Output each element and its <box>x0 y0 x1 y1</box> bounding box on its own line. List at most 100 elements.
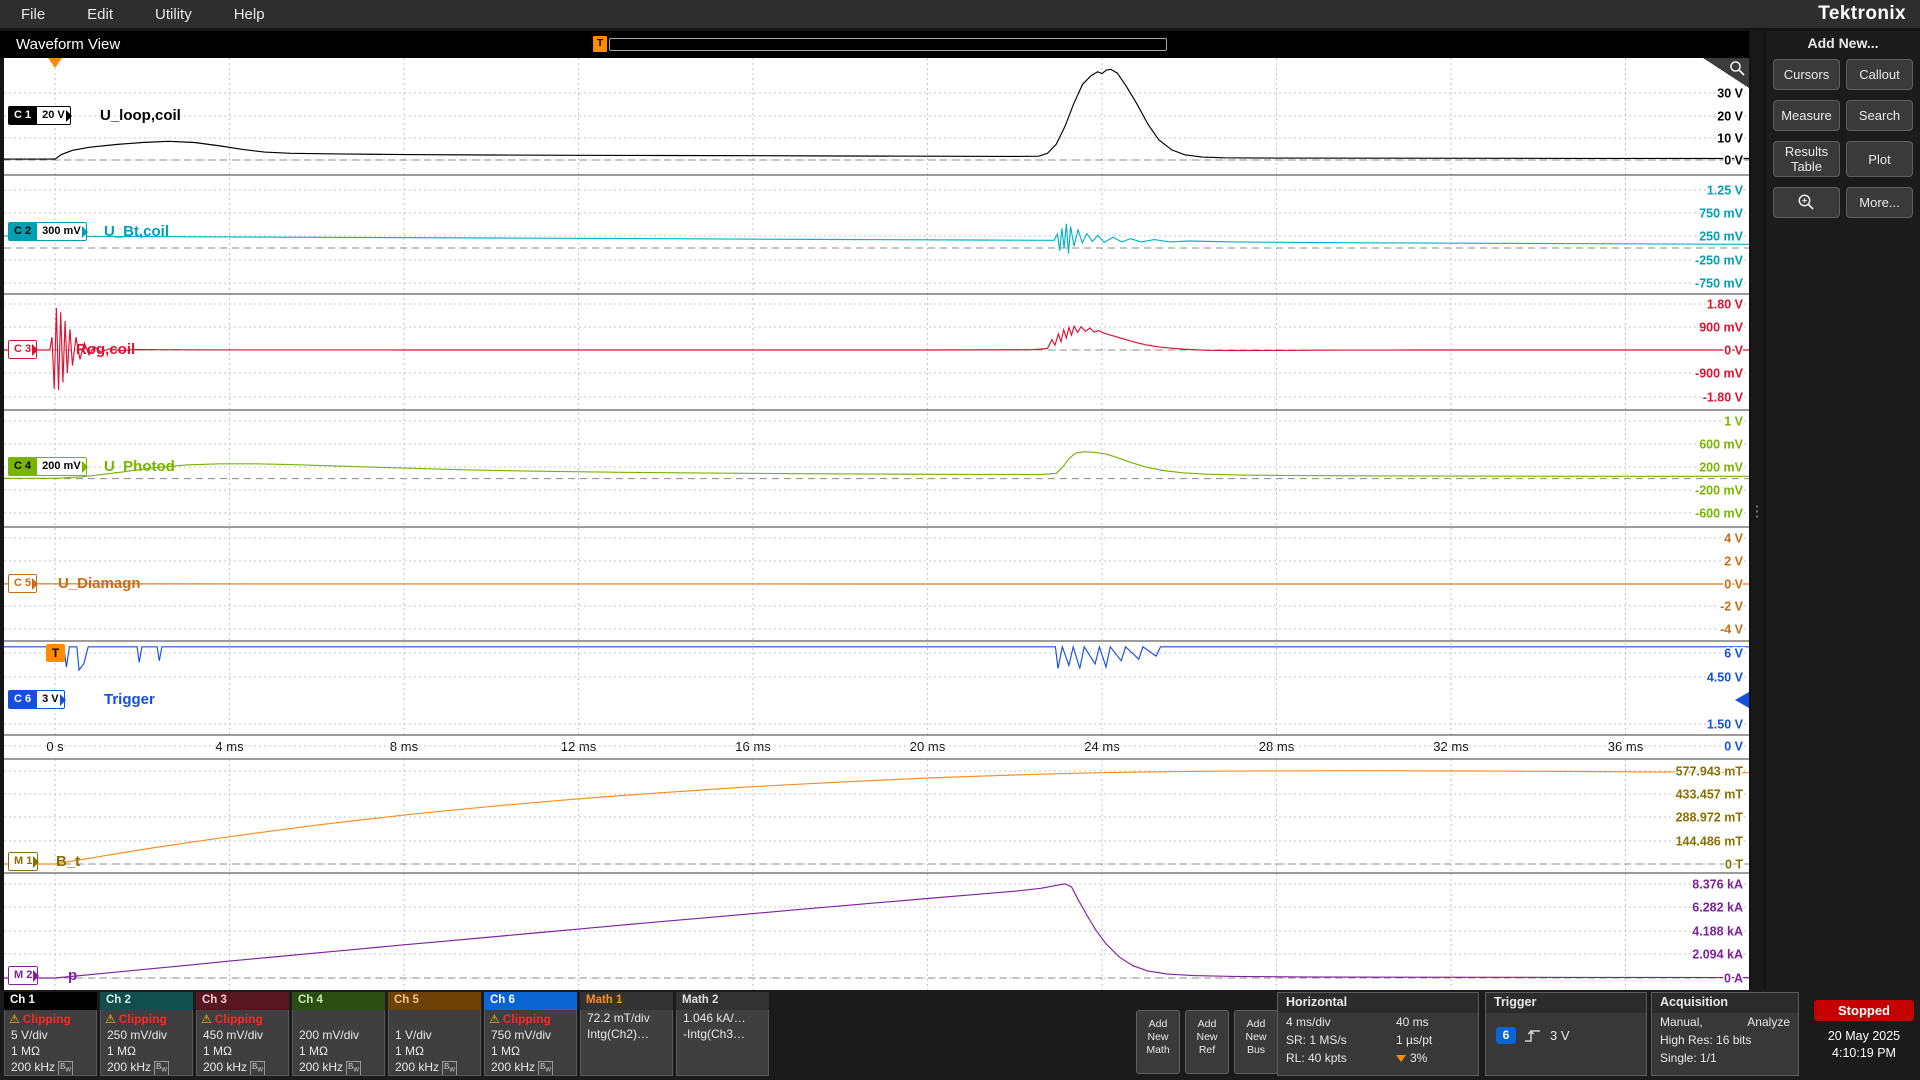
tab-ch-4[interactable]: Ch 4 <box>292 992 385 1010</box>
panel-splitter[interactable]: ⋮ <box>1751 31 1763 990</box>
channel-badge-M2[interactable]: M 2 <box>8 966 38 985</box>
channel-badge-C5[interactable]: C 5 <box>8 574 37 593</box>
acquisition-resolution: High Res: 16 bits <box>1652 1031 1798 1049</box>
tab-ch-6[interactable]: Ch 6 <box>484 992 577 1010</box>
tektronix-logo: Tektronix <box>1818 3 1906 25</box>
warning-icon: ⚠ <box>201 1013 212 1025</box>
cursors-button[interactable]: Cursors <box>1773 59 1840 90</box>
search-button[interactable]: Search <box>1846 100 1913 131</box>
channel-label-C1: U_loop,coil <box>100 106 181 125</box>
add-new-ref-button[interactable]: Add New Ref <box>1185 1010 1229 1074</box>
acquisition-status-button[interactable]: Stopped <box>1814 1000 1914 1021</box>
add-new-column: Add New Math Add New Ref Add New Bus <box>1136 1010 1278 1074</box>
sample-rate: SR: 1 MS/s <box>1286 1031 1396 1049</box>
rising-edge-icon <box>1523 1028 1543 1044</box>
card-line: 1 MΩ <box>293 1043 384 1059</box>
right-panel-buttons: Cursors Callout Measure Search Results T… <box>1773 59 1913 218</box>
add-new-math-button[interactable]: Add New Math <box>1136 1010 1180 1074</box>
card-ch-6[interactable]: Ch 6⚠Clipping750 mV/div1 MΩ200 kHzBW <box>484 992 577 1076</box>
card-line-bandwidth: 200 kHzBW <box>5 1059 96 1076</box>
card-line: 72.2 mT/div <box>581 1010 672 1026</box>
card-ch-1[interactable]: Ch 1⚠Clipping5 V/div1 MΩ200 kHzBW <box>4 992 97 1076</box>
card-body-ch-5: 1 V/div1 MΩ200 kHzBW <box>388 1010 481 1076</box>
channel-badge-C2[interactable]: C 2300 mV <box>8 222 87 241</box>
tab-ch-5[interactable]: Ch 5 <box>388 992 481 1010</box>
clipping-warning: ⚠Clipping <box>101 1010 192 1027</box>
more-button[interactable]: More... <box>1846 187 1913 218</box>
tab-ch-3[interactable]: Ch 3 <box>196 992 289 1010</box>
channel-label-C3: Rog,coil <box>76 340 135 359</box>
results-table-button[interactable]: Results Table <box>1773 141 1840 177</box>
card-body-ch-1: ⚠Clipping5 V/div1 MΩ200 kHzBW <box>4 1010 97 1076</box>
plot-button[interactable]: Plot <box>1846 141 1913 177</box>
card-ch-3[interactable]: Ch 3⚠Clipping450 mV/div1 MΩ200 kHzBW <box>196 992 289 1076</box>
clipping-warning: ⚠Clipping <box>485 1010 576 1027</box>
horizontal-window: 40 ms <box>1396 1013 1470 1031</box>
date-label: 20 May 2025 <box>1814 1028 1914 1045</box>
warning-icon: ⚠ <box>105 1013 116 1025</box>
magnifier-icon <box>1797 193 1816 212</box>
record-length: RL: 40 kpts <box>1286 1049 1396 1067</box>
bandwidth-limit-icon: BW <box>250 1061 265 1076</box>
zoom-button[interactable] <box>1773 187 1840 218</box>
bottom-settings-bar: Ch 1⚠Clipping5 V/div1 MΩ200 kHzBWCh 2⚠Cl… <box>0 990 1920 1080</box>
channel-badge-C6[interactable]: C 63 V <box>8 690 65 709</box>
channel-label-C5: U_Diamagn <box>58 574 141 593</box>
callout-button[interactable]: Callout <box>1846 59 1913 90</box>
card-ch-5[interactable]: Ch 51 V/div1 MΩ200 kHzBW <box>388 992 481 1076</box>
card-line: 1 MΩ <box>5 1043 96 1059</box>
trigger-position-flag[interactable]: T <box>593 36 607 52</box>
clipping-label: Clipping <box>215 1012 263 1026</box>
tab-math-2[interactable]: Math 2 <box>676 992 769 1010</box>
card-line: 1 MΩ <box>101 1043 192 1059</box>
clipping-warning: ⚠Clipping <box>197 1010 288 1027</box>
channel-badge-C1[interactable]: C 120 V <box>8 106 71 125</box>
channel-label-C2: U_Bt,coil <box>104 222 169 241</box>
tab-ch-1[interactable]: Ch 1 <box>4 992 97 1010</box>
acquisition-mode: Manual, <box>1660 1013 1747 1031</box>
horizontal-scale: 4 ms/div <box>1286 1013 1396 1031</box>
card-body-ch-6: ⚠Clipping750 mV/div1 MΩ200 kHzBW <box>484 1010 577 1076</box>
bandwidth-limit-icon: BW <box>346 1061 361 1076</box>
status-column: Stopped 20 May 2025 4:10:19 PM <box>1814 1000 1914 1062</box>
channel-badge-C3[interactable]: C 3 <box>8 340 37 359</box>
card-line: 750 mV/div <box>485 1027 576 1043</box>
card-math-1[interactable]: Math 172.2 mT/divIntg(Ch2)… <box>580 992 673 1076</box>
card-line-bandwidth: 200 kHzBW <box>485 1059 576 1076</box>
tab-math-1[interactable]: Math 1 <box>580 992 673 1010</box>
card-line: 1 MΩ <box>197 1043 288 1059</box>
card-line-bandwidth: 200 kHzBW <box>389 1059 480 1076</box>
card-line: 1 V/div <box>389 1027 480 1043</box>
menu-file[interactable]: File <box>0 6 66 23</box>
channel-badge-C4[interactable]: C 4200 mV <box>8 457 87 476</box>
channel-badge-M1[interactable]: M 1 <box>8 852 38 871</box>
zoom-corner-icon[interactable] <box>1703 58 1749 88</box>
waveform-view-header: Waveform View T <box>0 31 1749 58</box>
card-math-2[interactable]: Math 21.046 kA/…-Intg(Ch3… <box>676 992 769 1076</box>
measure-button[interactable]: Measure <box>1773 100 1840 131</box>
card-body-ch-2: ⚠Clipping250 mV/div1 MΩ200 kHzBW <box>100 1010 193 1076</box>
clipping-label: Clipping <box>503 1012 551 1026</box>
menu-edit[interactable]: Edit <box>66 6 134 23</box>
tab-ch-2[interactable]: Ch 2 <box>100 992 193 1010</box>
horizontal-settings-card[interactable]: Horizontal 4 ms/div40 ms SR: 1 MS/s1 µs/… <box>1277 992 1479 1076</box>
waveform-display[interactable]: 0 s4 ms8 ms12 ms16 ms20 ms24 ms28 ms32 m… <box>4 58 1749 990</box>
add-new-bus-button[interactable]: Add New Bus <box>1234 1010 1278 1074</box>
card-ch-2[interactable]: Ch 2⚠Clipping250 mV/div1 MΩ200 kHzBW <box>100 992 193 1076</box>
time-label: 4:10:19 PM <box>1814 1045 1914 1062</box>
plot-overlay: T C 120 V U_loop,coil C 2300 mV U_Bt,coil C … <box>4 58 1749 990</box>
acquisition-count: Single: 1/1 <box>1652 1049 1798 1067</box>
menu-utility[interactable]: Utility <box>134 6 213 23</box>
card-line-bandwidth: 200 kHzBW <box>293 1059 384 1076</box>
trigger-settings-card[interactable]: Trigger 6 3 V <box>1485 992 1647 1076</box>
clipping-label: Clipping <box>23 1012 71 1026</box>
card-line: 5 V/div <box>5 1027 96 1043</box>
right-panel: Add New... Cursors Callout Measure Searc… <box>1766 31 1920 990</box>
card-body-math-2: 1.046 kA/…-Intg(Ch3… <box>676 1010 769 1076</box>
menu-help[interactable]: Help <box>213 6 286 23</box>
acquisition-settings-card[interactable]: Acquisition Manual,Analyze High Res: 16 … <box>1651 992 1799 1076</box>
card-ch-4[interactable]: Ch 4200 mV/div1 MΩ200 kHzBW <box>292 992 385 1076</box>
trigger-source-badge[interactable]: T <box>46 644 65 662</box>
clipping-warning: ⚠Clipping <box>5 1010 96 1027</box>
horizontal-pan-scrollbar[interactable] <box>609 38 1167 51</box>
